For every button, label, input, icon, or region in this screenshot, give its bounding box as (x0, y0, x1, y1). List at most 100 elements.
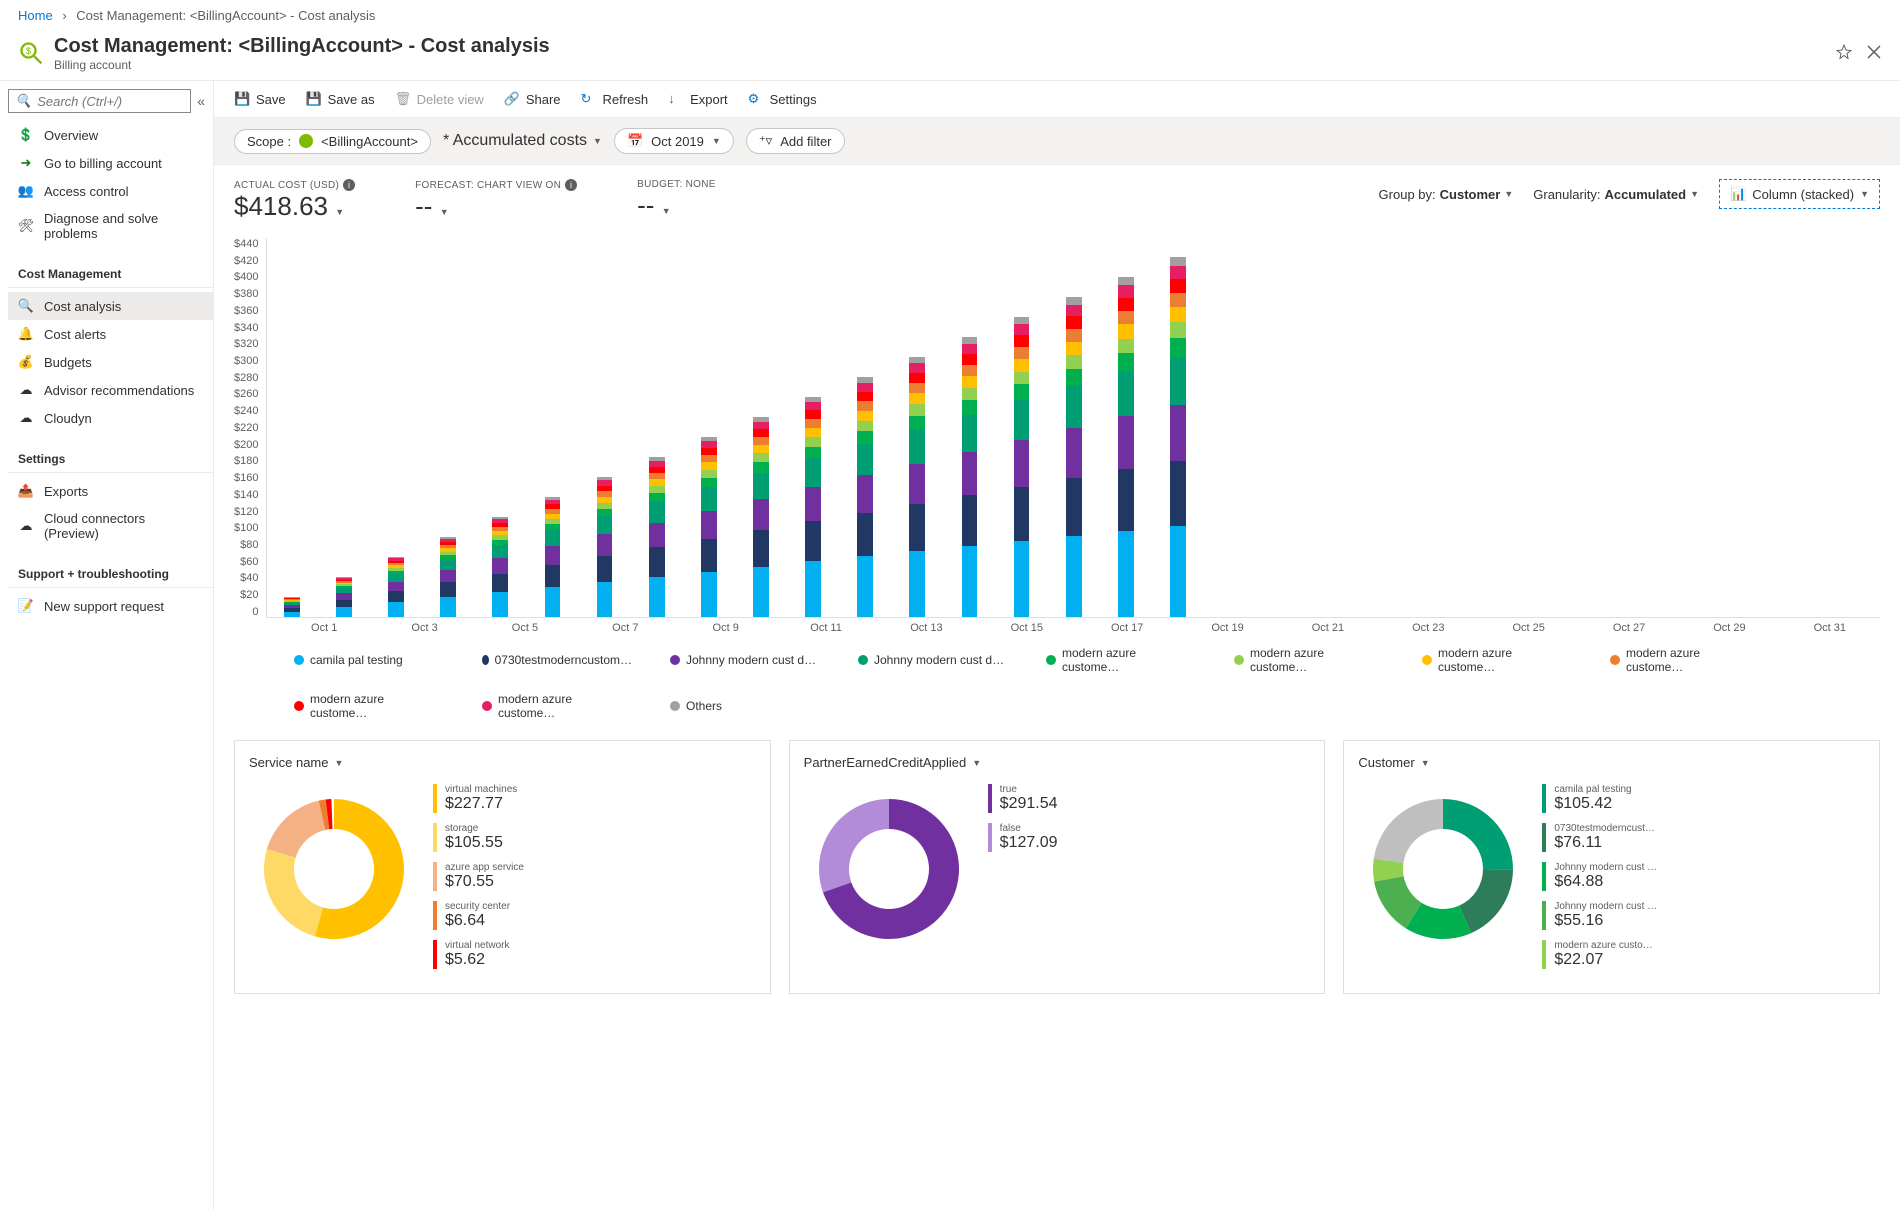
legend-item[interactable]: modern azure custome… (1046, 646, 1196, 674)
sidebar-item-access-control[interactable]: 👥Access control (8, 177, 213, 205)
nav-icon: 📤 (18, 483, 34, 499)
legend-item[interactable]: modern azure custome… (294, 692, 444, 720)
donut-legend-item[interactable]: virtual machines$227.77 (433, 784, 524, 813)
forecast-value[interactable]: -- ▼ (415, 191, 577, 222)
legend-item[interactable]: camila pal testing (294, 646, 444, 674)
sidebar-item-budgets[interactable]: 💰Budgets (8, 348, 213, 376)
donut-legend-item[interactable]: true$291.54 (988, 784, 1058, 813)
date-range-pill[interactable]: 📅 Oct 2019▼ (614, 128, 734, 154)
info-icon[interactable]: i (565, 179, 577, 191)
view-selector[interactable]: * Accumulated costs▼ (443, 132, 602, 150)
sidebar-group-title: Settings (8, 446, 213, 473)
page-title: Cost Management: <BillingAccount> - Cost… (54, 35, 550, 58)
toolbar: 💾Save 💾Save as 🗑Delete view 🔗Share ↻Refr… (214, 81, 1900, 118)
nav-icon: 💲 (18, 127, 34, 143)
donut-card-partnerearnedcreditapplied: PartnerEarnedCreditApplied ▼ true$291.54… (789, 740, 1326, 994)
donut-chart[interactable] (804, 784, 974, 957)
settings-button[interactable]: ⚙Settings (748, 91, 817, 107)
group-by-dropdown[interactable]: Group by: Customer ▼ (1379, 187, 1514, 202)
chart-bar[interactable] (492, 517, 508, 617)
donut-legend-item[interactable]: storage$105.55 (433, 823, 524, 852)
nav-icon: ☁ (18, 382, 34, 398)
sidebar-item-overview[interactable]: 💲Overview (8, 121, 213, 149)
summary-row: ACTUAL COST (USD)i $418.63 ▼ FORECAST: C… (214, 165, 1900, 228)
collapse-sidebar-icon[interactable]: « (197, 93, 205, 109)
chart-bar[interactable] (388, 557, 404, 617)
search-icon: 🔍 (15, 93, 31, 109)
legend-item[interactable]: Others (670, 692, 820, 720)
sidebar-item-cloudyn[interactable]: ☁Cloudyn (8, 404, 213, 432)
donut-legend-item[interactable]: false$127.09 (988, 823, 1058, 852)
donut-legend-item[interactable]: modern azure custo…$22.07 (1542, 940, 1657, 969)
page-header: $ Cost Management: <BillingAccount> - Co… (0, 31, 1900, 81)
granularity-dropdown[interactable]: Granularity: Accumulated ▼ (1533, 187, 1699, 202)
share-button[interactable]: 🔗Share (504, 91, 561, 107)
cost-analysis-icon: $ (18, 40, 46, 68)
donut-legend-item[interactable]: camila pal testing$105.42 (1542, 784, 1657, 813)
legend-item[interactable]: modern azure custome… (1234, 646, 1384, 674)
donut-legend-item[interactable]: 0730testmoderncust…$76.11 (1542, 823, 1657, 852)
search-input[interactable]: 🔍 Search (Ctrl+/) (8, 89, 191, 113)
sidebar-item-cost-alerts[interactable]: 🔔Cost alerts (8, 320, 213, 348)
sidebar-item-go-to-billing-account[interactable]: ➜Go to billing account (8, 149, 213, 177)
donut-legend-item[interactable]: Johnny modern cust …$64.88 (1542, 862, 1657, 891)
donut-title-dropdown[interactable]: Service name ▼ (249, 755, 343, 770)
chart-plot[interactable] (266, 238, 1880, 618)
legend-item[interactable]: modern azure custome… (1422, 646, 1572, 674)
donut-legend-item[interactable]: azure app service$70.55 (433, 862, 524, 891)
pin-icon[interactable] (1836, 44, 1852, 63)
chart-bar[interactable] (1170, 256, 1186, 617)
chart-bar[interactable] (597, 477, 613, 617)
chart-bar[interactable] (336, 577, 352, 617)
donut-legend-item[interactable]: virtual network$5.62 (433, 940, 524, 969)
chart-bar[interactable] (1014, 317, 1030, 617)
legend-item[interactable]: 0730testmoderncustom… (482, 646, 632, 674)
breadcrumb-home[interactable]: Home (18, 8, 53, 23)
sidebar-item-diagnose-and-solve-problems[interactable]: 🛠Diagnose and solve problems (8, 205, 213, 247)
export-button[interactable]: ↓Export (668, 91, 728, 107)
nav-icon: 🔍 (18, 298, 34, 314)
donut-legend-item[interactable]: Johnny modern cust …$55.16 (1542, 901, 1657, 930)
refresh-button[interactable]: ↻Refresh (581, 91, 649, 107)
nav-icon: 💰 (18, 354, 34, 370)
donut-row: Service name ▼ virtual machines$227.77 st… (214, 740, 1900, 1014)
donut-chart[interactable] (1358, 784, 1528, 979)
sidebar-item-cloud-connectors-preview-[interactable]: ☁Cloud connectors (Preview) (8, 505, 213, 547)
donut-card-service-name: Service name ▼ virtual machines$227.77 st… (234, 740, 771, 994)
info-icon[interactable]: i (343, 179, 355, 191)
chart-bar[interactable] (440, 537, 456, 617)
legend-item[interactable]: modern azure custome… (1610, 646, 1760, 674)
close-icon[interactable] (1866, 44, 1882, 63)
budget-value[interactable]: -- ▼ (637, 190, 716, 221)
chart-type-dropdown[interactable]: 📊 Column (stacked) ▼ (1719, 179, 1880, 209)
donut-chart[interactable] (249, 784, 419, 979)
add-filter-pill[interactable]: ⁺▿ Add filter (746, 128, 845, 154)
donut-card-customer: Customer ▼ camila pal testing$105.42 0730… (1343, 740, 1880, 994)
chart-bar[interactable] (857, 377, 873, 617)
page-subtitle: Billing account (54, 58, 550, 72)
chart-bar[interactable] (753, 417, 769, 617)
chart-bar[interactable] (909, 357, 925, 617)
donut-title-dropdown[interactable]: Customer ▼ (1358, 755, 1429, 770)
sidebar-item-advisor-recommendations[interactable]: ☁Advisor recommendations (8, 376, 213, 404)
chart-bar[interactable] (962, 337, 978, 617)
chart-bar[interactable] (805, 397, 821, 617)
sidebar-item-cost-analysis[interactable]: 🔍Cost analysis (8, 292, 213, 320)
scope-pill[interactable]: Scope : <BillingAccount> (234, 129, 431, 154)
chart-bar[interactable] (1066, 297, 1082, 618)
legend-item[interactable]: Johnny modern cust d… (670, 646, 820, 674)
chart-bar[interactable] (545, 497, 561, 617)
chart-bar[interactable] (701, 437, 717, 617)
chart-bar[interactable] (649, 457, 665, 617)
legend-item[interactable]: Johnny modern cust d… (858, 646, 1008, 674)
chart-bar[interactable] (284, 597, 300, 617)
save-as-button[interactable]: 💾Save as (306, 91, 375, 107)
save-button[interactable]: 💾Save (234, 91, 286, 107)
sidebar-item-exports[interactable]: 📤Exports (8, 477, 213, 505)
sidebar-item-new-support-request[interactable]: 📝New support request (8, 592, 213, 620)
donut-legend-item[interactable]: security center$6.64 (433, 901, 524, 930)
chart-bar[interactable] (1118, 276, 1134, 617)
legend-item[interactable]: modern azure custome… (482, 692, 632, 720)
actual-cost-value[interactable]: $418.63 ▼ (234, 191, 355, 222)
donut-title-dropdown[interactable]: PartnerEarnedCreditApplied ▼ (804, 755, 982, 770)
